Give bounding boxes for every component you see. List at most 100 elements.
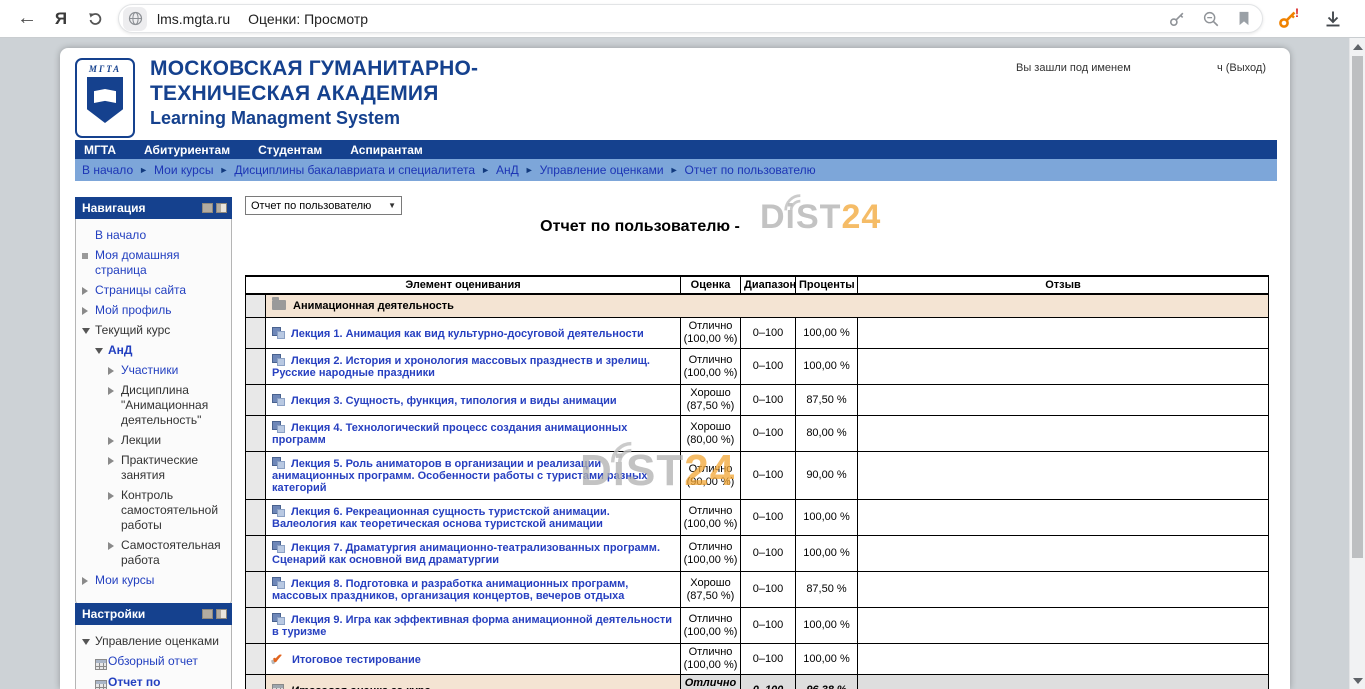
grade-item-link[interactable]: Лекция 8. Подготовка и разработка анимац… bbox=[272, 578, 628, 602]
right-arrow-icon[interactable] bbox=[108, 538, 121, 550]
sidebar-item-label[interactable]: Моя домашняя страница bbox=[95, 248, 228, 278]
block-dock-icon[interactable] bbox=[216, 609, 227, 619]
range-cell: 0–100 bbox=[741, 385, 796, 416]
right-arrow-icon[interactable] bbox=[108, 363, 121, 375]
breadcrumb-separator-icon: ► bbox=[670, 165, 679, 175]
login-prefix: Вы зашли под именем bbox=[1016, 62, 1131, 74]
grade-cell: Отлично(100,00 %) bbox=[681, 536, 741, 572]
back-icon[interactable]: ← bbox=[10, 7, 44, 30]
breadcrumb-link[interactable]: В начало bbox=[82, 163, 133, 177]
sidebar-item-label: Дисциплина "Анимационная деятельность" bbox=[121, 383, 228, 428]
block-dock-icon[interactable] bbox=[216, 203, 227, 213]
breadcrumb-link[interactable]: Дисциплины бакалавриата и специалитета bbox=[234, 163, 475, 177]
grade-item-link[interactable]: Лекция 3. Сущность, функция, типология и… bbox=[291, 395, 617, 407]
sidebar-item: Мой профиль bbox=[82, 303, 228, 318]
percent-cell: 100,00 % bbox=[796, 536, 858, 572]
breadcrumb-link[interactable]: АнД bbox=[496, 163, 519, 177]
down-arrow-icon[interactable] bbox=[95, 343, 108, 354]
sidebar-item-label[interactable]: Отчет по пользователю bbox=[108, 675, 228, 689]
breadcrumb-link[interactable]: Отчет по пользователю bbox=[685, 163, 816, 177]
logout-link[interactable]: ч (Выход) bbox=[1217, 62, 1266, 74]
sidebar-item: В начало bbox=[82, 228, 228, 243]
breadcrumb-separator-icon: ► bbox=[219, 165, 228, 175]
grade-percent-paren: (100,00 %) bbox=[683, 626, 738, 639]
right-arrow-icon[interactable] bbox=[82, 283, 95, 295]
report-icon[interactable] bbox=[95, 675, 108, 689]
right-arrow-icon[interactable] bbox=[108, 453, 121, 465]
category-name: Анимационная деятельность bbox=[293, 300, 454, 312]
grade-item-link[interactable]: Итоговое тестирование bbox=[292, 654, 421, 666]
grade-value: Хорошо bbox=[683, 421, 738, 434]
down-arrow-icon[interactable] bbox=[82, 323, 95, 334]
grade-item-link[interactable]: Лекция 2. История и хронология массовых … bbox=[272, 355, 650, 379]
report-type-select[interactable]: Отчет по пользователю ▼ bbox=[245, 196, 402, 215]
grade-cell: Хорошо(80,00 %) bbox=[681, 416, 741, 452]
scrollbar-thumb[interactable] bbox=[1352, 56, 1363, 558]
navbar-item-МГТА[interactable]: МГТА bbox=[75, 143, 130, 157]
main-navbar: МГТААбитуриентамСтудентамАспирантам bbox=[75, 140, 1277, 159]
sidebar-item-label[interactable]: Обзорный отчет bbox=[108, 654, 198, 669]
grade-item-row: Лекция 3. Сущность, функция, типология и… bbox=[246, 385, 1269, 416]
magnifier-icon[interactable] bbox=[1202, 10, 1220, 28]
category-cell: Анимационная деятельность bbox=[266, 294, 1269, 318]
sidebar-item-label[interactable]: Участники bbox=[121, 363, 178, 378]
academy-title-line1: МОСКОВСКАЯ ГУМАНИТАРНО- bbox=[150, 56, 478, 81]
breadcrumb: В начало ► Мои курсы ► Дисциплины бакалавриа… bbox=[75, 159, 1277, 181]
grade-item-row: Лекция 2. История и хронология массовых … bbox=[246, 349, 1269, 385]
grade-item-link[interactable]: Лекция 9. Игра как эффективная форма ани… bbox=[272, 614, 672, 638]
address-bar[interactable]: lms.mgta.ru Оценки: Просмотр bbox=[118, 4, 1263, 33]
grade-cell: Отлично(100,00 %) bbox=[681, 500, 741, 536]
indent-cell bbox=[246, 644, 266, 675]
grade-cell: Хорошо(87,50 %) bbox=[681, 572, 741, 608]
grade-item-cell: ✔ Итоговое тестирование bbox=[266, 644, 681, 675]
grade-item-link[interactable]: Лекция 6. Рекреационная сущность туристс… bbox=[272, 506, 610, 530]
key-icon[interactable] bbox=[1168, 10, 1186, 28]
indent-cell bbox=[246, 452, 266, 500]
report-icon[interactable] bbox=[95, 654, 108, 670]
reload-icon[interactable] bbox=[78, 10, 112, 28]
sidebar-item-label[interactable]: В начало bbox=[95, 228, 146, 243]
percent-cell: 100,00 % bbox=[796, 500, 858, 536]
protect-key-icon[interactable]: ! bbox=[1277, 8, 1301, 30]
block-collapse-icon[interactable] bbox=[202, 203, 213, 213]
download-icon[interactable] bbox=[1323, 9, 1343, 29]
grade-item-row: Лекция 1. Анимация как вид культурно-дос… bbox=[246, 318, 1269, 349]
breadcrumb-link[interactable]: Мои курсы bbox=[154, 163, 213, 177]
sidebar-item-label[interactable]: Мой профиль bbox=[95, 303, 172, 318]
logo-text: МГТА bbox=[89, 64, 121, 74]
bookmark-icon[interactable] bbox=[1236, 10, 1252, 27]
right-arrow-icon[interactable] bbox=[82, 303, 95, 315]
sidebar-item-label[interactable]: Страницы сайта bbox=[95, 283, 186, 298]
lesson-icon bbox=[272, 577, 285, 589]
grade-value: Хорошо bbox=[683, 387, 738, 400]
yandex-logo[interactable]: Я bbox=[44, 9, 78, 29]
grade-item-link[interactable]: Лекция 1. Анимация как вид культурно-дос… bbox=[291, 328, 644, 340]
right-arrow-icon[interactable] bbox=[108, 488, 121, 500]
block-collapse-icon[interactable] bbox=[202, 609, 213, 619]
url-host[interactable]: lms.mgta.ru bbox=[157, 11, 230, 27]
scroll-up-arrow[interactable] bbox=[1353, 44, 1363, 50]
navbar-item-Аспирантам[interactable]: Аспирантам bbox=[336, 143, 437, 157]
grade-item-link[interactable]: Лекция 7. Драматургия анимационно-театра… bbox=[272, 542, 660, 566]
scroll-down-arrow[interactable] bbox=[1353, 678, 1363, 684]
sidebar-item-label[interactable]: Мои курсы bbox=[95, 573, 154, 588]
down-arrow-icon[interactable] bbox=[82, 634, 95, 645]
grade-item-cell: Итоговая оценка за курс bbox=[266, 675, 681, 689]
page-scrollbar[interactable] bbox=[1349, 38, 1365, 689]
grade-item-link[interactable]: Лекция 5. Роль аниматоров в организации … bbox=[272, 458, 648, 494]
sidebar-item: Управление оценками bbox=[82, 634, 228, 649]
right-arrow-icon[interactable] bbox=[108, 433, 121, 445]
right-arrow-icon[interactable] bbox=[108, 383, 121, 395]
indent-cell bbox=[246, 572, 266, 608]
indent-cell bbox=[246, 500, 266, 536]
right-arrow-icon[interactable] bbox=[82, 573, 95, 585]
sidebar-item-label[interactable]: АнД bbox=[108, 343, 132, 358]
navbar-item-Абитуриентам[interactable]: Абитуриентам bbox=[130, 143, 244, 157]
navbar-item-Студентам[interactable]: Студентам bbox=[244, 143, 336, 157]
grade-item-row: Лекция 7. Драматургия анимационно-театра… bbox=[246, 536, 1269, 572]
quiz-check-icon: ✔ bbox=[272, 651, 286, 667]
sidebar-item: Контроль самостоятельной работы bbox=[82, 488, 228, 533]
sidebar-item: Дисциплина "Анимационная деятельность" bbox=[82, 383, 228, 428]
breadcrumb-link[interactable]: Управление оценками bbox=[540, 163, 664, 177]
grade-item-link[interactable]: Лекция 4. Технологический процесс создан… bbox=[272, 422, 627, 446]
